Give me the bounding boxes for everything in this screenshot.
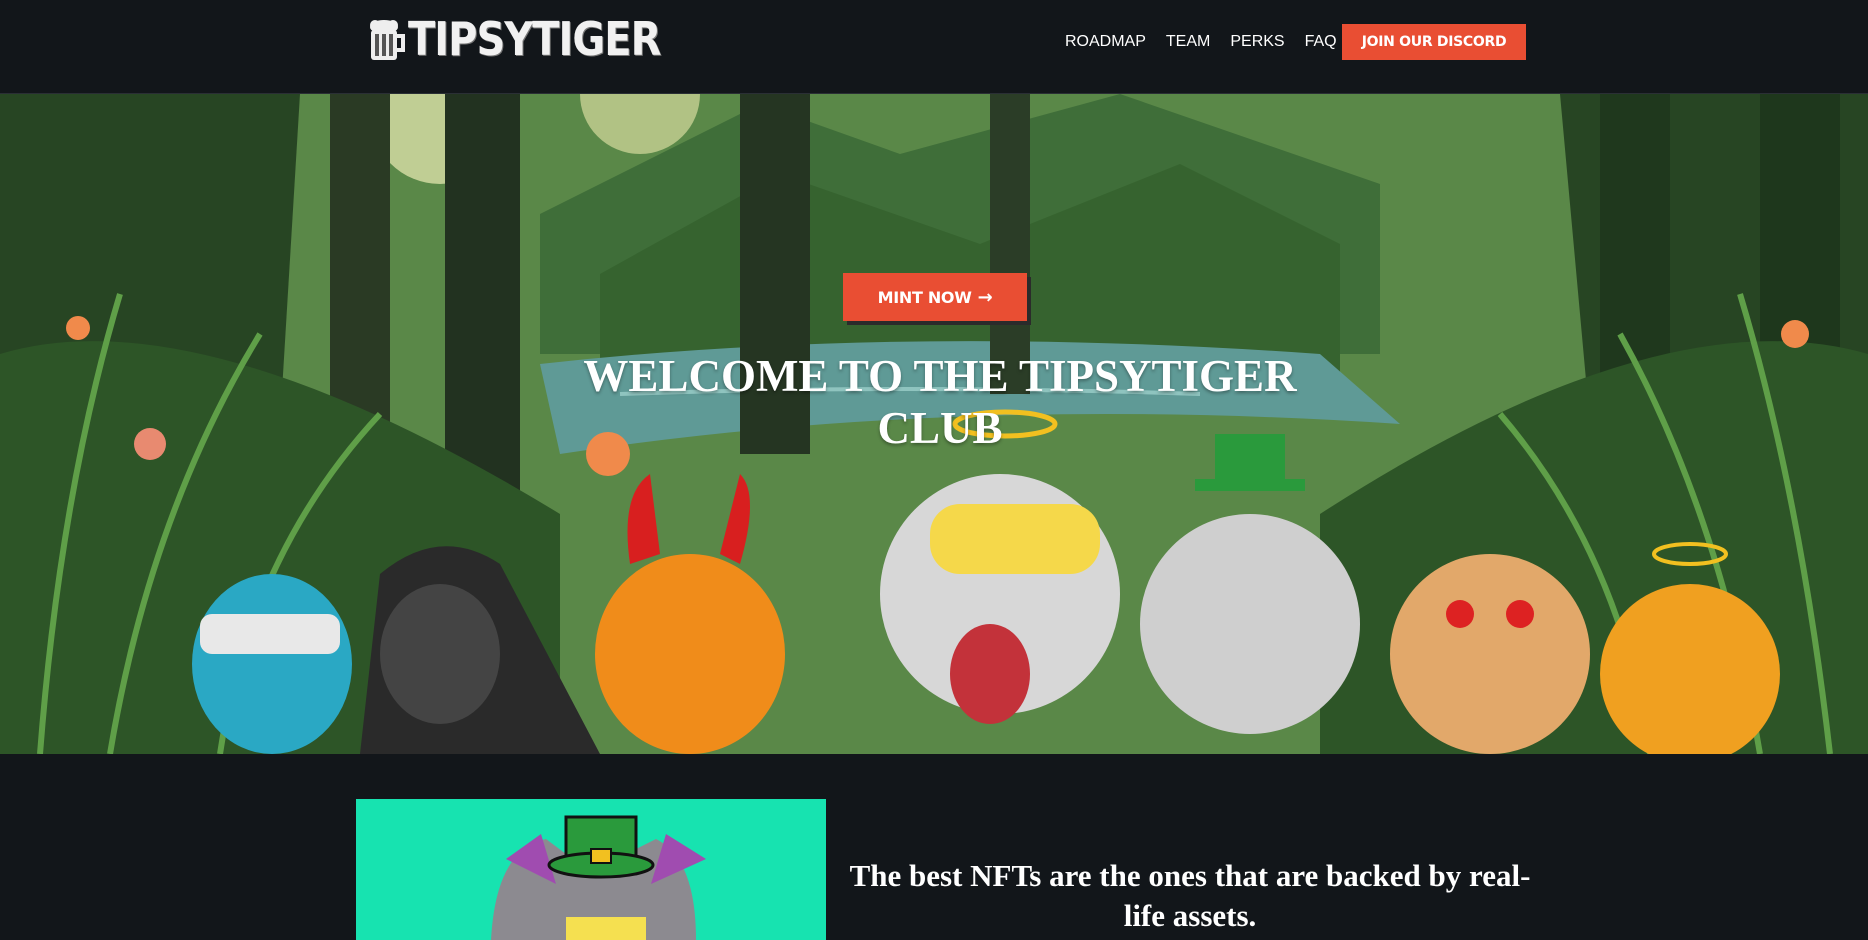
primary-nav: ROADMAP TEAM PERKS FAQ [1065,30,1357,54]
feature-nft-image [356,799,826,940]
tipsytiger-logo[interactable]: TIPSYTIGER [366,12,661,68]
nav-link-perks[interactable]: PERKS [1230,30,1284,54]
nav-link-team[interactable]: TEAM [1166,30,1210,54]
join-discord-button[interactable]: JOIN OUR DISCORD [1342,24,1526,60]
logo-text: TIPSYTIGER [408,13,661,67]
beer-mug-icon [366,18,406,62]
top-navbar: TIPSYTIGER ROADMAP TEAM PERKS FAQ JOIN O… [0,0,1868,94]
nav-link-faq[interactable]: FAQ [1305,30,1337,54]
hero-title: WELCOME TO THE TIPSYTIGER CLUB [583,351,1297,453]
mint-now-label: MINT NOW [877,287,972,307]
mint-now-button[interactable]: MINT NOW → [843,273,1027,321]
feature-tagline: The best NFTs are the ones that are back… [849,858,1531,933]
nav-link-roadmap[interactable]: ROADMAP [1065,30,1146,54]
arrow-right-icon: → [977,286,993,308]
hero-banner: MINT NOW → WELCOME TO THE TIPSYTIGER CLU… [0,94,1868,754]
